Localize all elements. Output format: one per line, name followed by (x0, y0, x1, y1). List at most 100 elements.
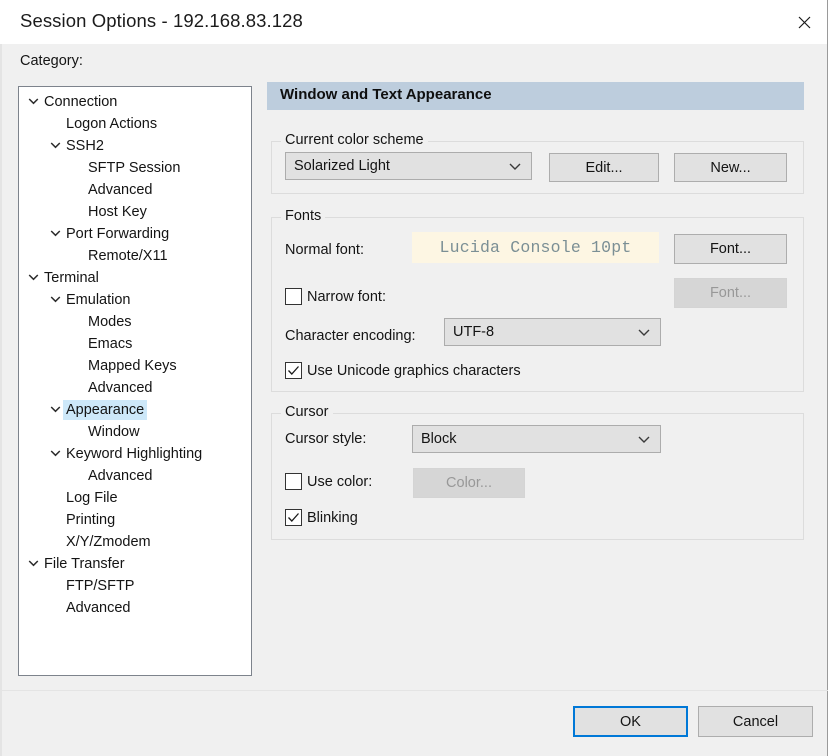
checkbox-box (285, 362, 302, 379)
blinking-checkbox[interactable]: Blinking (285, 509, 358, 526)
tree-item-label: Advanced (88, 182, 153, 198)
tree-item-log-file[interactable]: Log File (19, 487, 251, 509)
tree-item-x-y-zmodem[interactable]: X/Y/Zmodem (19, 531, 251, 553)
tree-item-connection[interactable]: Connection (19, 91, 251, 113)
tree-item-emulation[interactable]: Emulation (19, 289, 251, 311)
blinking-label: Blinking (307, 509, 358, 526)
tree-item-advanced[interactable]: Advanced (19, 179, 251, 201)
tree-item-mapped-keys[interactable]: Mapped Keys (19, 355, 251, 377)
tree-item-advanced[interactable]: Advanced (19, 465, 251, 487)
category-tree[interactable]: Connection Logon Actions SSH2 SFTP Session A… (18, 86, 252, 676)
tree-item-label: Log File (66, 490, 118, 506)
chevron-down-icon[interactable] (47, 405, 63, 413)
cancel-button[interactable]: Cancel (698, 706, 813, 737)
color-scheme-select[interactable]: Solarized Light (285, 152, 532, 180)
color-scheme-value: Solarized Light (294, 158, 390, 174)
checkbox-box (285, 288, 302, 305)
close-button[interactable] (780, 0, 828, 44)
tree-item-label: Window (88, 424, 140, 440)
tree-item-label: Port Forwarding (66, 226, 170, 242)
tree-item-label: SSH2 (66, 138, 104, 154)
tree-item-label: Modes (88, 314, 132, 330)
checkbox-box (285, 509, 302, 526)
new-scheme-button[interactable]: New... (674, 153, 787, 182)
normal-font-button[interactable]: Font... (674, 234, 787, 264)
window-title: Session Options - 192.168.83.128 (20, 10, 303, 31)
window-edge-left (0, 44, 2, 756)
tree-item-label: Terminal (44, 270, 99, 286)
category-label: Category: (20, 53, 83, 69)
tree-item-label: Emulation (66, 292, 131, 308)
tree-item-logon-actions[interactable]: Logon Actions (19, 113, 251, 135)
tree-item-ssh2[interactable]: SSH2 (19, 135, 251, 157)
use-color-checkbox[interactable]: Use color: (285, 473, 372, 490)
tree-item-label: SFTP Session (88, 160, 181, 176)
use-color-label: Use color: (307, 473, 373, 490)
tree-item-advanced[interactable]: Advanced (19, 597, 251, 619)
tree-item-emacs[interactable]: Emacs (19, 333, 251, 355)
tree-item-label: Advanced (88, 468, 153, 484)
tree-item-label: Emacs (88, 336, 133, 352)
tree-item-label: Appearance (63, 400, 148, 420)
character-encoding-value: UTF-8 (453, 324, 495, 340)
checkbox-box (285, 473, 302, 490)
ok-button[interactable]: OK (573, 706, 688, 737)
narrow-font-checkbox[interactable]: Narrow font: (285, 288, 386, 305)
tree-item-port-forwarding[interactable]: Port Forwarding (19, 223, 251, 245)
close-icon (798, 16, 811, 29)
tree-item-remote-x11[interactable]: Remote/X11 (19, 245, 251, 267)
tree-item-label: Remote/X11 (88, 248, 168, 264)
unicode-graphics-checkbox[interactable]: Use Unicode graphics characters (285, 362, 521, 379)
cursor-style-label: Cursor style: (285, 431, 367, 447)
narrow-font-label: Narrow font: (307, 288, 386, 305)
cursor-style-select[interactable]: Block (412, 425, 661, 453)
tree-item-modes[interactable]: Modes (19, 311, 251, 333)
unicode-graphics-label: Use Unicode graphics characters (307, 362, 521, 379)
tree-item-advanced[interactable]: Advanced (19, 377, 251, 399)
tree-item-window[interactable]: Window (19, 421, 251, 443)
chevron-down-icon (637, 434, 651, 444)
tree-item-terminal[interactable]: Terminal (19, 267, 251, 289)
tree-item-label: Printing (66, 512, 116, 528)
chevron-down-icon[interactable] (47, 141, 63, 149)
fonts-group-title: Fonts (281, 208, 326, 224)
tree-item-sftp-session[interactable]: SFTP Session (19, 157, 251, 179)
narrow-font-button[interactable]: Font... (674, 278, 787, 308)
tree-item-label: Mapped Keys (88, 358, 177, 374)
cursor-color-button[interactable]: Color... (413, 468, 525, 498)
panel-header: Window and Text Appearance (267, 82, 804, 110)
character-encoding-select[interactable]: UTF-8 (444, 318, 661, 346)
cursor-style-value: Block (421, 431, 457, 447)
chevron-down-icon[interactable] (47, 295, 63, 303)
tree-item-label: Connection (44, 94, 118, 110)
tree-item-label: Logon Actions (66, 116, 158, 132)
tree-item-label: Keyword Highlighting (66, 446, 203, 462)
tree-item-label: Advanced (66, 600, 131, 616)
normal-font-label: Normal font: (285, 242, 364, 258)
tree-item-label: X/Y/Zmodem (66, 534, 151, 550)
chevron-down-icon[interactable] (25, 273, 41, 281)
character-encoding-label: Character encoding: (285, 328, 416, 344)
tree-item-printing[interactable]: Printing (19, 509, 251, 531)
footer-separator (0, 690, 828, 691)
tree-item-label: FTP/SFTP (66, 578, 135, 594)
tree-item-host-key[interactable]: Host Key (19, 201, 251, 223)
tree-item-keyword-highlighting[interactable]: Keyword Highlighting (19, 443, 251, 465)
normal-font-preview: Lucida Console 10pt (412, 232, 659, 263)
chevron-down-icon (508, 161, 522, 171)
tree-item-appearance[interactable]: Appearance (19, 399, 251, 421)
panel-header-title: Window and Text Appearance (280, 86, 492, 103)
tree-item-label: Advanced (88, 380, 153, 396)
chevron-down-icon (637, 327, 651, 337)
tree-item-file-transfer[interactable]: File Transfer (19, 553, 251, 575)
tree-item-label: File Transfer (44, 556, 125, 572)
chevron-down-icon[interactable] (25, 559, 41, 567)
color-scheme-group-title: Current color scheme (281, 132, 428, 148)
tree-item-label: Host Key (88, 204, 147, 220)
tree-item-ftp-sftp[interactable]: FTP/SFTP (19, 575, 251, 597)
chevron-down-icon[interactable] (47, 229, 63, 237)
edit-scheme-button[interactable]: Edit... (549, 153, 659, 182)
chevron-down-icon[interactable] (25, 97, 41, 105)
title-bar: Session Options - 192.168.83.128 (0, 0, 828, 45)
chevron-down-icon[interactable] (47, 449, 63, 457)
